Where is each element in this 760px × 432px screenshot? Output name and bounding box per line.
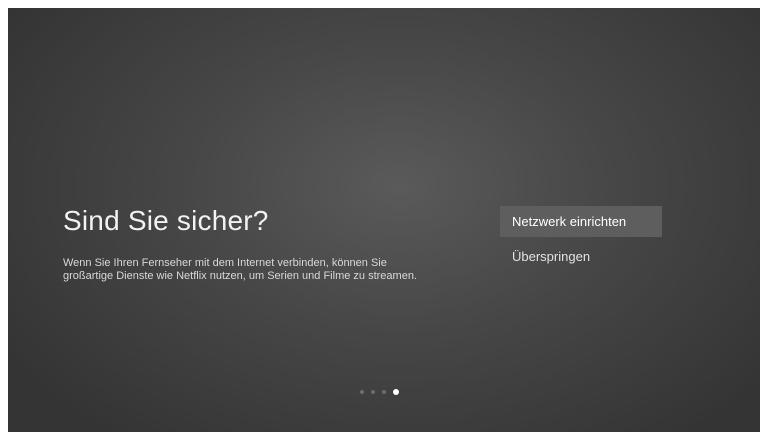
skip-button[interactable]: Überspringen <box>500 241 662 272</box>
setup-network-button[interactable]: Netzwerk einrichten <box>500 206 662 237</box>
action-menu: Netzwerk einrichten Überspringen <box>500 206 662 276</box>
page-dot <box>360 390 364 394</box>
page-dot-active <box>393 389 399 395</box>
page-dot <box>382 390 386 394</box>
setup-screen: Sind Sie sicher? Wenn Sie Ihren Fernsehe… <box>8 8 760 432</box>
page-dot <box>371 390 375 394</box>
page-description: Wenn Sie Ihren Fernseher mit dem Interne… <box>63 257 417 282</box>
page-title: Sind Sie sicher? <box>63 205 269 236</box>
page-indicator <box>360 389 399 395</box>
